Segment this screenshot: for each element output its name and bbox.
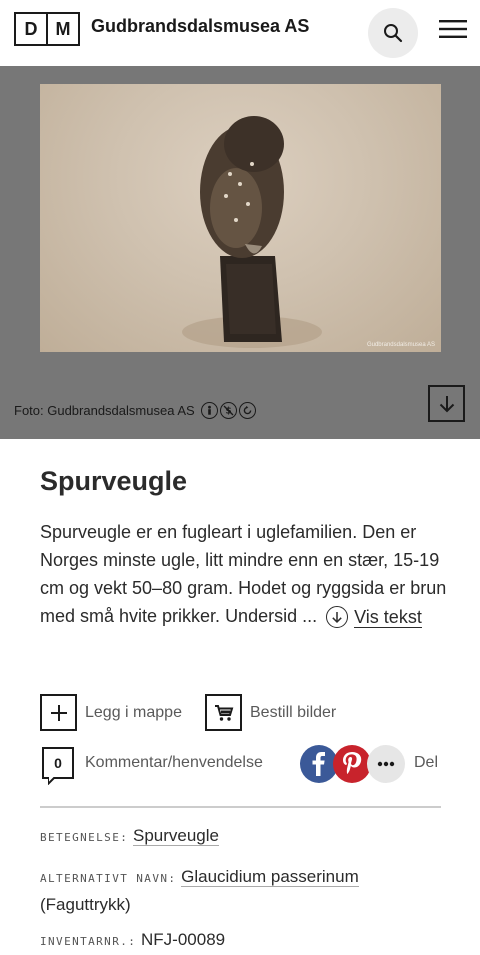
pinterest-share-button[interactable] — [333, 745, 371, 783]
inventory-key: INVENTARNR.: — [40, 935, 137, 948]
inventory-value: NFJ-00089 — [141, 930, 226, 949]
order-images-label: Bestill bilder — [250, 703, 337, 721]
comment-icon: 0 — [42, 747, 74, 785]
comment-label: Kommentar/henvendelse — [85, 754, 263, 771]
dm-logo[interactable]: D M — [14, 12, 80, 46]
order-images-button[interactable]: Bestill bilder — [205, 694, 336, 731]
add-to-folder-button[interactable]: Legg i mappe — [40, 694, 182, 731]
logo-letter-m: M — [46, 12, 80, 46]
download-button[interactable] — [428, 385, 465, 422]
comment-button[interactable]: 0 Kommentar/henvendelse — [42, 747, 263, 785]
designation-key: BETEGNELSE: — [40, 831, 129, 844]
owl-image — [182, 116, 322, 348]
share-label[interactable]: Del — [414, 754, 438, 772]
brand-name[interactable]: Gudbrandsdalsmusea AS — [91, 16, 309, 37]
object-description: Spurveugle er en fugleart i uglefamilien… — [40, 518, 450, 630]
alt-name-key: ALTERNATIVT NAVN: — [40, 872, 177, 885]
read-more-label: Vis tekst — [354, 606, 422, 628]
hamburger-icon — [439, 20, 467, 38]
arrow-down-circle-icon — [326, 606, 349, 629]
alt-name-row: ALTERNATIVT NAVN: Glaucidium passerinum … — [40, 864, 359, 918]
search-icon — [384, 24, 403, 43]
alt-name-link[interactable]: Glaucidium passerinum — [181, 867, 359, 887]
credit-text: Foto: Gudbrandsdalsmusea AS — [14, 403, 195, 418]
designation-row: BETEGNELSE: Spurveugle — [40, 826, 219, 846]
designation-link[interactable]: Spurveugle — [132, 826, 219, 846]
cart-icon — [205, 694, 242, 731]
cc-noncommercial-icon[interactable]: $ — [219, 402, 237, 419]
more-dots-icon — [377, 761, 395, 767]
alt-name-note: (Faguttrykk) — [40, 895, 131, 914]
license-icons: $ — [199, 402, 256, 419]
section-divider — [40, 806, 441, 808]
photo-watermark: Gudbrandsdalsmusea AS — [366, 342, 435, 348]
read-more-link[interactable]: Vis tekst — [322, 606, 422, 629]
photo-credit: Foto: Gudbrandsdalsmusea AS $ — [14, 402, 256, 419]
menu-button[interactable] — [436, 14, 470, 44]
image-viewer: Gudbrandsdalsmusea AS Foto: Gudbrandsdal… — [0, 66, 480, 439]
object-title: Spurveugle — [40, 466, 188, 496]
comment-count: 0 — [54, 755, 62, 771]
site-header: D M Gudbrandsdalsmusea AS — [0, 0, 480, 66]
facebook-icon — [312, 752, 325, 776]
search-button[interactable] — [368, 8, 418, 58]
cc-sharealike-icon[interactable] — [238, 402, 256, 419]
plus-icon — [40, 694, 77, 731]
download-arrow-icon — [439, 395, 454, 412]
logo-letter-d: D — [14, 12, 48, 46]
add-to-folder-label: Legg i mappe — [85, 703, 182, 721]
inventory-row: INVENTARNR.: NFJ-00089 — [40, 930, 225, 950]
cc-attribution-icon[interactable] — [200, 402, 218, 419]
owl-photo[interactable]: Gudbrandsdalsmusea AS — [40, 84, 441, 352]
more-share-button[interactable] — [367, 745, 405, 783]
pinterest-icon — [343, 752, 362, 774]
